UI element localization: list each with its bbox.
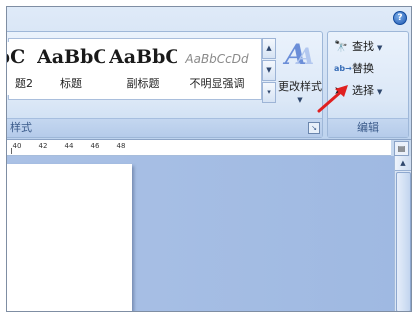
ruler-tick: 40 (12, 142, 22, 150)
document-page[interactable] (7, 164, 132, 311)
styles-gallery: bC 题2 AaBbC 标题 AaBbC 副标题 AaBbCcDd 不明显强调 (7, 38, 262, 100)
scroll-thumb[interactable] (396, 172, 411, 311)
chevron-down-icon: ▼ (297, 96, 303, 104)
change-styles-icon: AA (285, 38, 315, 71)
gallery-scroll: ▲ ▼ ▾ (262, 38, 276, 103)
dialog-launcher-icon[interactable]: ↘ (308, 122, 320, 134)
style-name: 不明显强调 (189, 77, 245, 90)
select-label: 选择 (352, 84, 374, 97)
binoculars-icon: 🔭 (334, 40, 348, 53)
gallery-down-button[interactable]: ▼ (262, 60, 276, 81)
style-sample: bC (7, 46, 26, 68)
chevron-down-icon: ▼ (377, 88, 383, 96)
word-window: ? bC 题2 AaBbC 标题 AaBbC 副标题 AaBbCcDd 不明显 (7, 7, 411, 311)
ruler-tick: 44 (64, 142, 74, 150)
gallery-up-button[interactable]: ▲ (262, 38, 276, 59)
replace-button[interactable]: ab→替换 (334, 60, 374, 78)
style-name: 副标题 (126, 77, 160, 90)
editing-group-label: 编辑 (328, 118, 408, 137)
ruler-tick: 42 (38, 142, 48, 150)
horizontal-ruler[interactable]: 40 42 44 46 48 (7, 140, 391, 156)
annotation-arrow-icon (317, 85, 348, 113)
gallery-more-button[interactable]: ▾ (262, 82, 276, 103)
change-styles-button[interactable]: AA 更改样式 ▼ (278, 36, 322, 116)
styles-group: bC 题2 AaBbC 标题 AaBbC 副标题 AaBbCcDd 不明显强调 … (7, 31, 323, 138)
chevron-down-icon: ▼ (377, 44, 383, 52)
ruler-tick: 46 (90, 142, 100, 150)
style-title[interactable]: AaBbC 标题 (37, 42, 105, 95)
style-sample: AaBbC (109, 46, 177, 68)
ribbon: ? bC 题2 AaBbC 标题 AaBbC 副标题 AaBbCcDd 不明显 (7, 7, 411, 140)
help-icon[interactable]: ? (393, 11, 407, 25)
style-name: 题2 (15, 77, 33, 90)
document-area (7, 156, 395, 311)
find-button[interactable]: 🔭 查找 ▼ (334, 38, 382, 56)
style-sample: AaBbCcDd (185, 52, 249, 66)
change-styles-label: 更改样式 (278, 80, 322, 93)
style-subtitle[interactable]: AaBbC 副标题 (109, 42, 177, 95)
style-name: 标题 (60, 77, 82, 90)
style-sample: AaBbC (37, 46, 105, 68)
ruler-tick: 48 (116, 142, 126, 150)
style-subtle-emphasis[interactable]: AaBbCcDd 不明显强调 (181, 42, 253, 95)
styles-group-label: 样式 (7, 118, 322, 137)
scroll-up-button[interactable]: ▲ (395, 156, 411, 171)
replace-icon: ab→ (334, 64, 352, 73)
view-ruler-icon[interactable]: ▤ (394, 141, 409, 156)
vertical-scrollbar[interactable]: ▲ (394, 156, 411, 311)
replace-label: 替换 (352, 62, 374, 75)
style-heading2[interactable]: bC 题2 (7, 42, 33, 95)
find-label: 查找 (352, 40, 374, 53)
